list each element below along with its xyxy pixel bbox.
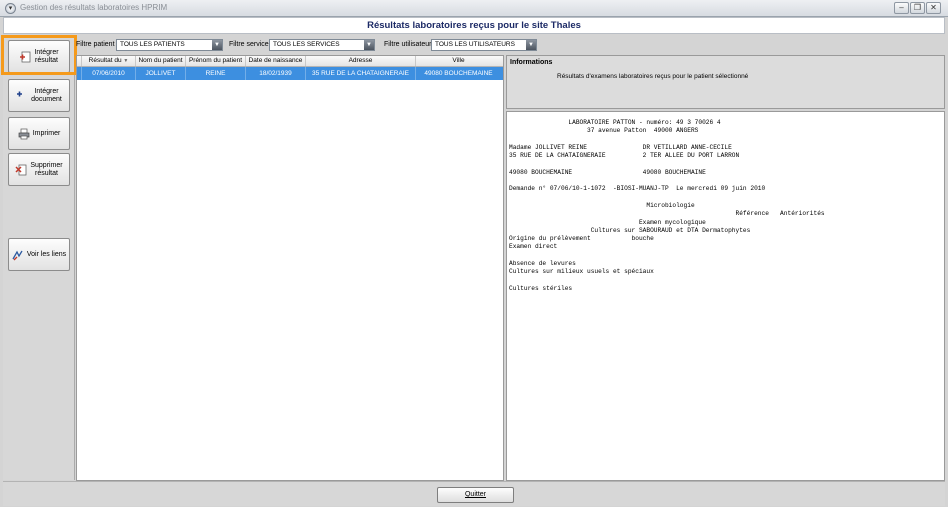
column-header-nom[interactable]: Nom du patient [136,56,186,66]
cell-adresse: 35 RUE DE LA CHATAIGNERAIE [306,67,416,80]
quitter-button[interactable]: Quitter [437,487,514,503]
cell-resultat-du: 07/06/2010 [82,67,136,80]
filtre-patient-value: TOUS LES PATIENTS [120,41,185,48]
filter-bar: Filtre patient TOUS LES PATIENTS ▼ Filtr… [76,36,945,54]
page-title: Résultats laboratoires reçus pour le sit… [367,20,581,31]
page-header: Résultats laboratoires reçus pour le sit… [3,17,945,34]
integrer-document-label-2: document [31,95,62,103]
supprimer-resultat-label-2: résultat [35,169,58,177]
window-title: Gestion des résultats laboratoires HPRIM [20,3,168,12]
filtre-utilisateur-label: Filtre utilisateur [384,41,432,48]
chevron-down-icon[interactable]: ▼ [526,40,536,50]
integrer-document-label-1: Intégrer [34,87,59,95]
imprimer-button[interactable]: Imprimer [8,117,70,150]
column-header-date-naissance[interactable]: Date de naissance [246,56,306,66]
column-header-ville[interactable]: Ville [416,56,501,66]
filtre-utilisateur-select[interactable]: TOUS LES UTILISATEURS ▼ [431,39,537,51]
title-bar: ▾ Gestion des résultats laboratoires HPR… [0,0,948,17]
minimize-button[interactable]: – [894,2,909,14]
selected-action-highlight [1,35,77,75]
sort-desc-icon: ▼ [123,58,129,64]
table-header: Résultat du ▼ Nom du patient Prénom du p… [77,56,503,67]
restore-button[interactable]: ❐ [910,2,925,14]
action-sidebar: Intégrer résultat Intégrer document Imprim… [3,35,75,480]
column-header-adresse[interactable]: Adresse [306,56,416,66]
add-document-icon [16,90,28,102]
info-text: Résultats d'examens laboratoires reçus p… [557,73,749,80]
column-header-prenom[interactable]: Prénom du patient [186,56,246,66]
info-panel: Informations Résultats d'examens laborat… [506,55,945,109]
links-icon [12,249,24,261]
column-header-resultat-du[interactable]: Résultat du ▼ [82,56,136,66]
quitter-label: Quitter [464,491,486,498]
voir-les-liens-button[interactable]: Voir les liens [8,238,70,271]
close-button[interactable]: ✕ [926,2,941,14]
supprimer-resultat-button[interactable]: Supprimer résultat [8,153,70,186]
report-text: LABORATOIRE PATTON - numéro: 49 3 70026 … [509,119,825,292]
results-table: Résultat du ▼ Nom du patient Prénom du p… [76,55,504,481]
filtre-service-value: TOUS LES SERVICES [273,41,340,48]
filtre-patient-label: Filtre patient [76,41,115,48]
cell-date-naissance: 18/02/1939 [246,67,306,80]
footer-bar: Quitter [3,481,945,506]
printer-icon [18,128,30,140]
filtre-utilisateur-value: TOUS LES UTILISATEURS [435,41,515,48]
chevron-down-icon[interactable]: ▼ [212,40,222,50]
cell-ville: 49080 BOUCHEMAINE [424,70,493,77]
imprimer-label: Imprimer [32,129,61,137]
cell-prenom: REINE [186,67,246,80]
voir-les-liens-label: Voir les liens [26,250,67,258]
filtre-patient-select[interactable]: TOUS LES PATIENTS ▼ [116,39,223,51]
cell-nom: JOLLIVET [136,67,186,80]
chevron-down-icon[interactable]: ▼ [364,40,374,50]
supprimer-resultat-label-1: Supprimer [30,161,63,169]
table-row[interactable]: 07/06/2010 JOLLIVET REINE 18/02/1939 35 … [77,67,503,80]
filtre-service-label: Filtre service [229,41,269,48]
system-menu-icon[interactable]: ▾ [5,3,16,14]
info-heading: Informations [510,59,553,66]
integrer-document-button[interactable]: Intégrer document [8,79,70,112]
filtre-service-select[interactable]: TOUS LES SERVICES ▼ [269,39,375,51]
delete-result-icon [15,164,27,176]
report-viewer[interactable]: LABORATOIRE PATTON - numéro: 49 3 70026 … [506,111,945,481]
